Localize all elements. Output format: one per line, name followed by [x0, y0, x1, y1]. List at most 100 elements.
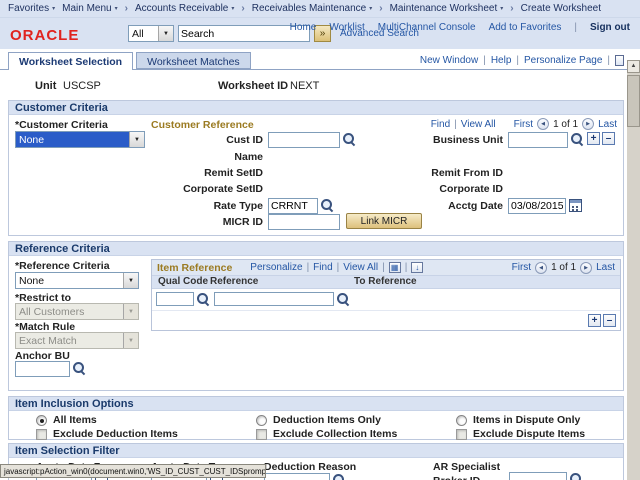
breadcrumb-item-accounts-receivable[interactable]: Accounts Receivable ▾: [135, 3, 234, 14]
lookup-icon[interactable]: [570, 473, 583, 480]
micr-id-input[interactable]: [268, 214, 340, 230]
section-title: Customer Criteria: [9, 101, 623, 115]
checkbox-exclude-dispute-items[interactable]: Exclude Dispute Items: [456, 428, 585, 440]
radio-items-in-dispute-only[interactable]: Items in Dispute Only: [456, 414, 580, 426]
deduction-reason-input[interactable]: [264, 473, 330, 480]
grid-row: [152, 289, 620, 311]
key-fields: Unit USCSP Worksheet ID NEXT: [0, 80, 627, 94]
checkbox[interactable]: [256, 429, 267, 440]
last-link[interactable]: Last: [596, 262, 615, 273]
radio-label: Items in Dispute Only: [473, 414, 580, 426]
status-tooltip: javascript:pAction_win0(document.win0,'W…: [0, 464, 266, 478]
worksheet-id-label: Worksheet ID: [218, 80, 288, 92]
customer-criteria-section: Customer Criteria *Customer Criteria Non…: [8, 100, 624, 236]
anchor-bu-input[interactable]: [15, 361, 70, 377]
chevron-down-icon: ▾: [52, 5, 55, 12]
add-to-favorites-link[interactable]: Add to Favorites: [489, 22, 562, 33]
breadcrumb-item-favorites[interactable]: Favorites ▾: [8, 3, 55, 14]
lookup-icon[interactable]: [321, 199, 334, 212]
lookup-icon[interactable]: [337, 293, 350, 306]
scroll-up-button[interactable]: ▲: [627, 60, 640, 73]
checkbox-exclude-collection-items[interactable]: Exclude Collection Items: [256, 428, 397, 440]
next-row-icon[interactable]: ▶: [580, 262, 592, 274]
search-scope-value: All: [129, 26, 158, 41]
previous-row-icon[interactable]: ◀: [537, 118, 549, 130]
rate-type-label: Rate Type: [63, 200, 263, 212]
lookup-icon[interactable]: [333, 474, 346, 480]
reference-criteria-select[interactable]: None ▼: [15, 272, 139, 289]
match-rule-select: Exact Match ▼: [15, 332, 139, 349]
checkbox-label: Exclude Collection Items: [273, 428, 397, 440]
acctg-date-input[interactable]: [508, 198, 566, 214]
help-link[interactable]: Help: [491, 55, 512, 66]
zoom-grid-icon[interactable]: ▦: [389, 262, 401, 273]
personalize-page-link[interactable]: Personalize Page: [524, 55, 602, 66]
dropdown-arrow-icon[interactable]: ▼: [158, 26, 173, 41]
dropdown-arrow-icon: ▼: [123, 304, 138, 319]
breadcrumb-item-maintenance-worksheet[interactable]: Maintenance Worksheet ▾: [390, 3, 504, 14]
lookup-icon[interactable]: [571, 133, 584, 146]
radio-label: All Items: [53, 414, 97, 426]
last-link[interactable]: Last: [598, 119, 617, 130]
grid-footer: + –: [152, 311, 620, 330]
breadcrumb-separator: ›: [510, 3, 513, 14]
breadcrumb-separator: ›: [379, 3, 382, 14]
lookup-icon[interactable]: [197, 293, 210, 306]
calendar-icon[interactable]: [569, 199, 582, 212]
search-scope-select[interactable]: All ▼: [128, 25, 174, 42]
copy-url-icon[interactable]: [615, 55, 624, 66]
unit-value: USCSP: [63, 80, 101, 92]
add-row-button[interactable]: +: [588, 314, 601, 327]
multichannel-console-link[interactable]: MultiChannel Console: [378, 22, 476, 33]
qual-code-input[interactable]: [156, 292, 194, 306]
download-icon[interactable]: ↓: [411, 262, 423, 273]
dropdown-arrow-icon[interactable]: ▼: [123, 273, 138, 288]
find-link[interactable]: Find: [313, 262, 332, 273]
radio-all-items[interactable]: All Items: [36, 414, 97, 426]
radio-deduction-items-only[interactable]: Deduction Items Only: [256, 414, 381, 426]
item-reference-grid: Item Reference Personalize | Find | View…: [151, 259, 621, 331]
reference-input[interactable]: [214, 292, 334, 306]
breadcrumb-item-receivables-maintenance[interactable]: Receivables Maintenance ▾: [252, 3, 373, 14]
delete-row-button[interactable]: –: [603, 314, 616, 327]
add-row-button[interactable]: +: [587, 132, 600, 145]
view-all-link[interactable]: View All: [461, 119, 496, 130]
separator: |: [483, 55, 486, 66]
first-link[interactable]: First: [514, 119, 533, 130]
sign-out-link[interactable]: Sign out: [590, 22, 630, 33]
checkbox[interactable]: [36, 429, 47, 440]
breadcrumb-item-main-menu[interactable]: Main Menu ▾: [62, 3, 117, 14]
find-link[interactable]: Find: [431, 119, 450, 130]
radio-button[interactable]: [456, 415, 467, 426]
personalize-link[interactable]: Personalize: [250, 262, 302, 273]
home-link[interactable]: Home: [290, 22, 317, 33]
tab-worksheet-matches[interactable]: Worksheet Matches: [136, 52, 251, 69]
delete-row-button[interactable]: –: [602, 132, 615, 145]
checkbox-exclude-deduction-items[interactable]: Exclude Deduction Items: [36, 428, 178, 440]
next-row-icon[interactable]: ▶: [582, 118, 594, 130]
business-unit-input[interactable]: [508, 132, 568, 148]
link-micr-button[interactable]: Link MICR: [346, 213, 422, 229]
tab-worksheet-selection[interactable]: Worksheet Selection: [8, 52, 133, 70]
view-all-link[interactable]: View All: [343, 262, 378, 273]
worklist-link[interactable]: Worklist: [329, 22, 364, 33]
grid-pagination: First ◀ 1 of 1 ▶ Last: [512, 262, 615, 274]
previous-row-icon[interactable]: ◀: [535, 262, 547, 274]
radio-button[interactable]: [256, 415, 267, 426]
section-title: Item Inclusion Options: [9, 397, 623, 411]
separator: |: [382, 262, 385, 273]
grid-column-headers: Qual Code Reference To Reference: [152, 276, 620, 289]
remit-setid-label: Remit SetID: [63, 167, 263, 179]
chevron-down-icon: ▾: [369, 5, 372, 12]
lookup-icon[interactable]: [73, 362, 86, 375]
new-window-link[interactable]: New Window: [420, 55, 478, 66]
checkbox[interactable]: [456, 429, 467, 440]
rate-type-input[interactable]: [268, 198, 318, 214]
vertical-scrollbar[interactable]: ▲: [627, 60, 640, 480]
first-link[interactable]: First: [512, 262, 531, 273]
cust-id-input[interactable]: [268, 132, 340, 148]
checkbox-label: Exclude Dispute Items: [473, 428, 585, 440]
radio-button-selected[interactable]: [36, 415, 47, 426]
scrollbar-thumb[interactable]: [627, 75, 640, 127]
ar-specialist-input[interactable]: [509, 472, 567, 480]
